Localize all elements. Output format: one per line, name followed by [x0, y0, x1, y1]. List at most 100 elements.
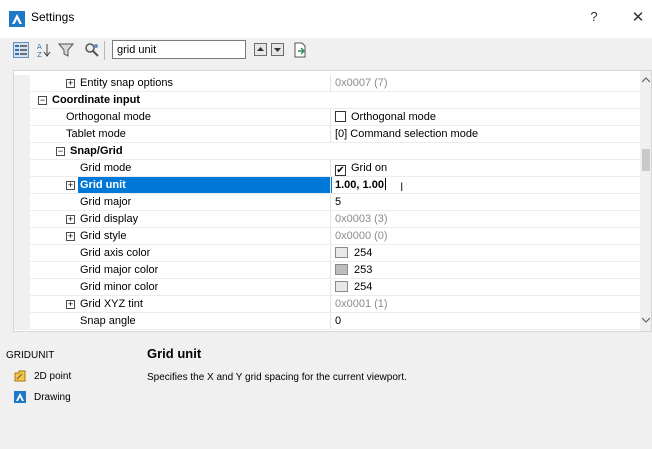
table-row[interactable]: + Entity snap options 0x0007 (7): [14, 75, 640, 92]
property-value[interactable]: 0x0007 (7): [330, 75, 640, 91]
property-value[interactable]: [0] Command selection mode: [330, 126, 640, 142]
row-gutter: [14, 262, 30, 279]
description-title: Grid unit: [147, 346, 202, 361]
category-title: Snap/Grid: [70, 145, 123, 157]
value-type: 2D point: [14, 370, 71, 385]
section-label: Drawing: [34, 392, 71, 403]
property-name: Orthogonal mode: [66, 111, 151, 123]
property-name: Grid major: [80, 196, 132, 208]
grid-unit-value-editor[interactable]: 1.00, 1.00: [330, 177, 640, 193]
scroll-up-arrow-icon[interactable]: [641, 75, 651, 85]
property-name: Grid XYZ tint: [80, 298, 143, 310]
property-value[interactable]: 0x0000 (0): [330, 228, 640, 244]
row-gutter: [14, 279, 30, 296]
row-gutter: [14, 126, 30, 143]
property-name: Grid display: [80, 213, 139, 225]
categorized-view-icon[interactable]: [13, 42, 29, 58]
property-value[interactable]: 0x0001 (1): [330, 296, 640, 312]
window-title: Settings: [31, 10, 75, 24]
app-logo-icon: [9, 11, 25, 27]
expand-plus-icon[interactable]: +: [66, 300, 75, 309]
row-gutter: [14, 177, 30, 194]
category-title: Coordinate input: [52, 94, 140, 106]
property-value[interactable]: 0x0003 (3): [330, 211, 640, 227]
table-row[interactable]: Orthogonal mode Orthogonal mode: [14, 109, 640, 126]
drawing-section-icon: [14, 391, 26, 406]
vertical-scrollbar[interactable]: [640, 71, 651, 331]
property-value[interactable]: 254: [330, 245, 640, 261]
table-row[interactable]: Grid major 5: [14, 194, 640, 211]
row-gutter: [14, 228, 30, 245]
color-swatch: [335, 281, 348, 292]
variable-name: GRIDUNIT: [6, 350, 55, 361]
property-value[interactable]: Orthogonal mode: [330, 109, 640, 125]
row-gutter: [14, 194, 30, 211]
row-gutter: [14, 92, 30, 109]
search-previous-button[interactable]: [254, 43, 267, 56]
row-gutter: [14, 160, 30, 177]
checkbox-label: Orthogonal mode: [351, 111, 436, 123]
property-name: Grid minor color: [80, 281, 159, 293]
category-row[interactable]: − Snap/Grid: [14, 143, 640, 160]
filter-icon[interactable]: [57, 42, 75, 58]
settings-section: Drawing: [14, 391, 71, 406]
property-value[interactable]: 5: [330, 194, 640, 210]
property-value[interactable]: 254: [330, 279, 640, 295]
search-next-button[interactable]: [271, 43, 284, 56]
table-row[interactable]: Grid major color 253: [14, 262, 640, 279]
table-row[interactable]: + Grid style 0x0000 (0): [14, 228, 640, 245]
scroll-down-arrow-icon[interactable]: [641, 315, 651, 325]
toolbar: AZ: [0, 38, 652, 64]
svg-text:Z: Z: [37, 51, 42, 58]
table-row[interactable]: + Grid XYZ tint 0x0001 (1): [14, 296, 640, 313]
svg-text:A: A: [37, 43, 42, 51]
expand-plus-icon[interactable]: +: [66, 79, 75, 88]
row-gutter: [14, 143, 30, 160]
table-row[interactable]: Grid mode ✔ Grid on: [14, 160, 640, 177]
text-caret: [384, 178, 386, 190]
table-row[interactable]: Tablet mode [0] Command selection mode: [14, 126, 640, 143]
property-name: Grid unit: [78, 177, 332, 193]
checkbox-unchecked[interactable]: [335, 111, 346, 122]
color-swatch: [335, 247, 348, 258]
collapse-minus-icon[interactable]: −: [56, 147, 65, 156]
property-value[interactable]: 0: [330, 313, 640, 329]
value-type-label: 2D point: [34, 371, 72, 382]
expand-plus-icon[interactable]: +: [66, 181, 75, 190]
close-button[interactable]: ✕: [628, 8, 648, 28]
property-name: Tablet mode: [66, 128, 126, 140]
table-row-selected[interactable]: + Grid unit 1.00, 1.00 I: [14, 177, 640, 194]
checkbox-checked[interactable]: ✔: [335, 165, 346, 176]
color-value: 254: [354, 247, 373, 259]
property-value[interactable]: 1.00, 1.00: [335, 179, 384, 191]
row-gutter: [14, 211, 30, 228]
color-value: 253: [354, 264, 373, 276]
table-row[interactable]: Grid axis color 254: [14, 245, 640, 262]
export-icon[interactable]: [292, 42, 308, 58]
alphabetical-sort-icon[interactable]: AZ: [36, 42, 52, 59]
table-row[interactable]: + Grid display 0x0003 (3): [14, 211, 640, 228]
collapse-minus-icon[interactable]: −: [38, 96, 47, 105]
property-value[interactable]: 253: [330, 262, 640, 278]
row-gutter: [14, 313, 30, 330]
settings-search-icon[interactable]: [84, 42, 100, 58]
expand-plus-icon[interactable]: +: [66, 232, 75, 241]
row-gutter: [14, 75, 30, 92]
point-type-icon: [14, 370, 26, 385]
expand-plus-icon[interactable]: +: [66, 215, 75, 224]
search-input[interactable]: [112, 40, 246, 59]
color-value: 254: [354, 281, 373, 293]
property-grid: + Entity snap options 0x0007 (7) − Coord…: [13, 70, 652, 332]
category-row[interactable]: − Coordinate input: [14, 92, 640, 109]
color-swatch: [335, 264, 348, 275]
help-button[interactable]: ?: [584, 9, 604, 29]
table-row[interactable]: Snap angle 0: [14, 313, 640, 330]
row-gutter: [14, 245, 30, 262]
scrollbar-thumb[interactable]: [642, 149, 650, 171]
property-name: Grid style: [80, 230, 127, 242]
property-name: Entity snap options: [80, 77, 173, 89]
property-value[interactable]: ✔ Grid on: [330, 160, 640, 176]
table-row[interactable]: Grid minor color 254: [14, 279, 640, 296]
property-name: Grid mode: [80, 162, 132, 174]
property-name: Grid axis color: [80, 247, 151, 259]
